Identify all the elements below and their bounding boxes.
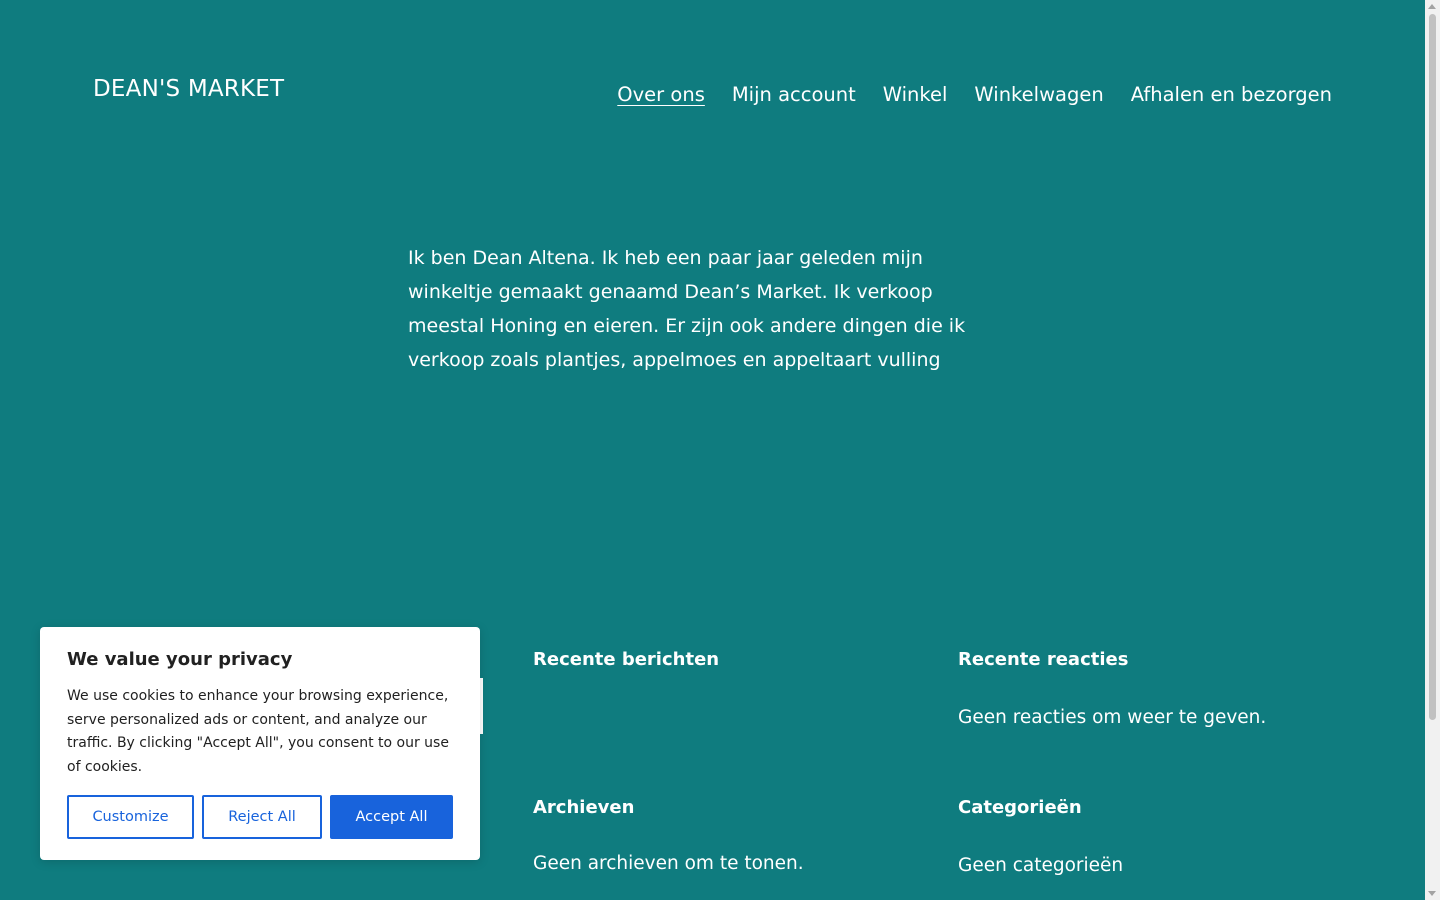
nav-item-winkel[interactable]: Winkel — [883, 83, 948, 106]
customize-button[interactable]: Customize — [67, 795, 194, 839]
reject-all-button[interactable]: Reject All — [202, 795, 322, 839]
categories-title: Categorieën — [958, 797, 1082, 818]
intro-paragraph: Ik ben Dean Altena. Ik heb een paar jaar… — [408, 241, 1008, 377]
vertical-scrollbar[interactable] — [1425, 0, 1440, 900]
scroll-up-icon[interactable] — [1428, 4, 1436, 9]
main-nav: Over ons Mijn account Winkel Winkelwagen… — [617, 83, 1332, 106]
recent-posts-title: Recente berichten — [533, 649, 720, 670]
recent-comments-title: Recente reacties — [958, 649, 1129, 670]
accept-all-button[interactable]: Accept All — [330, 795, 453, 839]
intro-line: meestal Honing en eieren. Er zijn ook an… — [408, 315, 966, 337]
nav-item-winkelwagen[interactable]: Winkelwagen — [974, 83, 1103, 106]
cookie-consent-banner: We value your privacy We use cookies to … — [40, 627, 480, 860]
cookie-banner-body: We use cookies to enhance your browsing … — [67, 688, 449, 775]
archives-title: Archieven — [533, 797, 635, 818]
categories-empty: Geen categorieën — [958, 855, 1124, 876]
intro-line: Ik ben Dean Altena. Ik heb een paar jaar… — [408, 247, 923, 269]
site-title[interactable]: DEAN'S MARKET — [93, 76, 284, 102]
nav-item-over-ons[interactable]: Over ons — [617, 83, 705, 106]
nav-item-afhalen-en-bezorgen[interactable]: Afhalen en bezorgen — [1131, 83, 1332, 106]
intro-line: verkoop zoals plantjes, appelmoes en app… — [408, 349, 941, 371]
page: DEAN'S MARKET Over ons Mijn account Wink… — [0, 0, 1425, 900]
intro-line: winkeltje gemaakt genaamd Dean’s Market.… — [408, 281, 933, 303]
scroll-down-icon[interactable] — [1428, 891, 1436, 896]
scrollbar-thumb[interactable] — [1429, 14, 1436, 720]
recent-comments-empty: Geen reacties om weer te geven. — [958, 707, 1267, 728]
cookie-banner-actions: Customize Reject All Accept All — [67, 795, 453, 839]
archives-empty: Geen archieven om te tonen. — [533, 853, 804, 874]
cookie-banner-title: We value your privacy — [67, 649, 293, 670]
nav-item-mijn-account[interactable]: Mijn account — [732, 83, 856, 106]
